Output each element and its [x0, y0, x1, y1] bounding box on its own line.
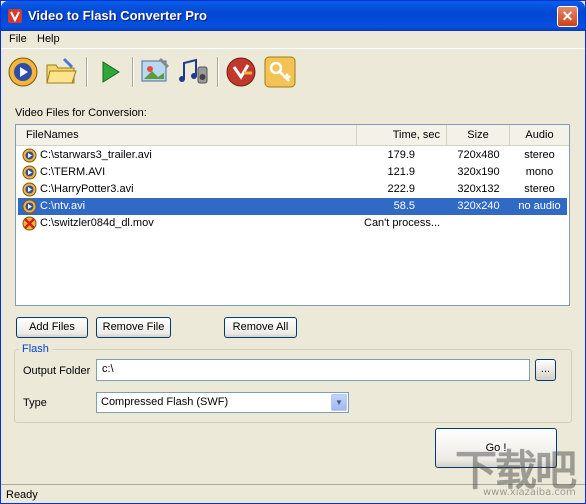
error-file-icon	[22, 216, 37, 231]
toolbar-separator	[217, 57, 219, 87]
open-folder-icon[interactable]	[44, 55, 78, 89]
type-select[interactable]: Compressed Flash (SWF) ▼	[96, 392, 349, 413]
title-bar[interactable]: Video to Flash Converter Pro ✕	[1, 1, 585, 31]
output-folder-label: Output Folder	[23, 365, 91, 377]
browse-button[interactable]: ...	[535, 359, 556, 381]
output-folder-input[interactable]: c:\	[96, 359, 530, 381]
row-time: 58.5	[393, 200, 415, 212]
menu-file[interactable]: File	[9, 33, 27, 45]
flash-logo-icon[interactable]	[224, 55, 258, 89]
app-logo-icon	[8, 9, 22, 23]
row-filename: C:\HarryPotter3.avi	[40, 183, 134, 195]
table-row[interactable]: C:\starwars3_trailer.avi 179.9 720x480 s…	[18, 147, 567, 164]
register-key-icon[interactable]	[263, 55, 297, 89]
type-select-value: Compressed Flash (SWF)	[101, 396, 229, 408]
column-time[interactable]: Time, sec	[357, 125, 447, 146]
video-file-icon	[22, 165, 37, 180]
row-time: 179.9	[387, 149, 415, 161]
row-time: 222.9	[387, 183, 415, 195]
video-file-icon	[22, 148, 37, 163]
toolbar	[1, 51, 585, 93]
row-size: 720x480	[457, 149, 500, 161]
row-filename: C:\switzler084d_dl.mov	[40, 217, 154, 229]
row-filename: C:\TERM.AVI	[40, 166, 106, 178]
table-row[interactable]: C:\switzler084d_dl.mov Can't process...	[18, 215, 567, 232]
row-size	[447, 215, 510, 232]
video-file-icon	[22, 182, 37, 197]
video-file-icon	[22, 199, 37, 214]
window-title: Video to Flash Converter Pro	[28, 8, 207, 23]
remove-all-button[interactable]: Remove All	[224, 317, 297, 338]
type-label: Type	[23, 397, 47, 409]
remove-file-button[interactable]: Remove File	[96, 317, 171, 338]
row-audio	[510, 215, 569, 232]
row-size: 320x190	[457, 166, 500, 178]
table-row-selected[interactable]: C:\ntv.avi 58.5 320x240 no audio	[18, 198, 567, 215]
menu-help[interactable]: Help	[37, 33, 60, 45]
audio-settings-icon[interactable]	[176, 55, 210, 89]
row-filename: C:\ntv.avi	[40, 200, 86, 212]
play-media-icon[interactable]	[6, 55, 40, 89]
row-audio: no audio	[518, 200, 561, 212]
app-window: Video to Flash Converter Pro ✕ File Help	[0, 0, 586, 504]
add-files-button[interactable]: Add Files	[16, 317, 88, 338]
toolbar-separator	[86, 57, 88, 87]
close-button[interactable]: ✕	[557, 6, 578, 27]
row-audio: stereo	[524, 183, 555, 195]
table-row[interactable]: C:\HarryPotter3.avi 222.9 320x132 stereo	[18, 181, 567, 198]
status-text: Ready	[6, 489, 38, 501]
menu-bar: File Help	[1, 31, 585, 49]
column-filenames[interactable]: FileNames	[16, 125, 357, 146]
column-audio[interactable]: Audio	[510, 125, 569, 146]
files-section-label: Video Files for Conversion:	[15, 107, 147, 119]
row-filename: C:\starwars3_trailer.avi	[40, 149, 152, 161]
column-size[interactable]: Size	[447, 125, 510, 146]
row-size: 320x132	[457, 183, 500, 195]
watermark-url: www.xiazaiba.com	[483, 487, 576, 498]
flash-group-title: Flash	[19, 343, 52, 355]
table-row[interactable]: C:\TERM.AVI 121.9 320x190 mono	[18, 164, 567, 181]
row-audio: stereo	[524, 149, 555, 161]
list-header: FileNames Time, sec Size Audio	[16, 125, 569, 146]
row-audio: mono	[525, 166, 554, 178]
watermark: 下载吧 www.xiazaiba.com	[449, 437, 581, 503]
row-size: 320x240	[457, 200, 500, 212]
row-time: Can't process...	[364, 217, 441, 229]
start-convert-icon[interactable]	[93, 55, 127, 89]
toolbar-separator	[132, 57, 134, 87]
video-files-list[interactable]: FileNames Time, sec Size Audio C:\starwa…	[15, 124, 570, 306]
row-time: 121.9	[387, 166, 415, 178]
video-settings-icon[interactable]	[138, 55, 172, 89]
chevron-down-icon[interactable]: ▼	[331, 394, 347, 411]
